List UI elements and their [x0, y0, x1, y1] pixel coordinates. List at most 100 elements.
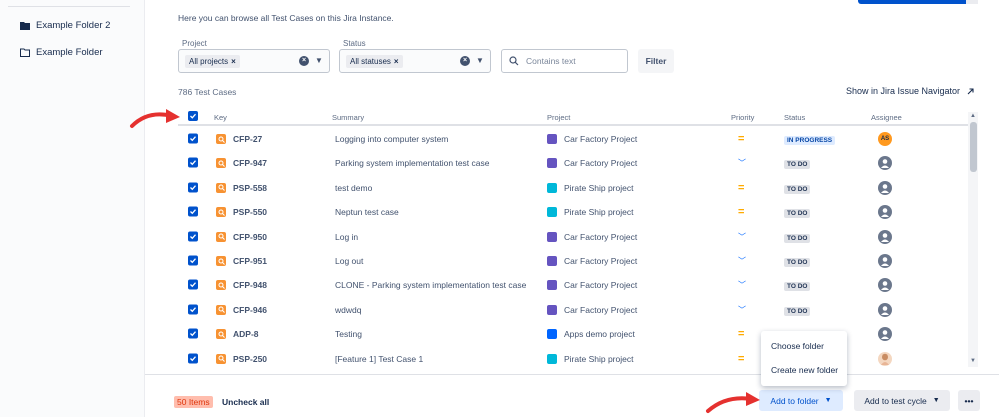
more-actions-button[interactable]: •••	[958, 390, 980, 411]
status-filter-select[interactable]: All statuses × × ▼	[339, 49, 491, 73]
issue-navigator-label: Show in Jira Issue Navigator	[846, 86, 961, 96]
menu-item-choose-folder[interactable]: Choose folder	[771, 341, 824, 351]
issue-summary[interactable]: wdwdq	[335, 305, 361, 315]
row-checkbox[interactable]	[188, 304, 198, 315]
checkmark-icon	[190, 185, 196, 191]
select-all-checkbox[interactable]	[188, 111, 198, 122]
issue-key-link[interactable]: CFP-947	[216, 158, 267, 169]
issue-summary[interactable]: Testing	[335, 329, 362, 339]
row-checkbox[interactable]	[188, 133, 198, 145]
priority-low-icon: ﹀	[738, 232, 746, 242]
project-avatar-icon	[547, 353, 557, 364]
row-checkbox[interactable]	[188, 279, 198, 291]
status-cell: IN PROGRESS	[784, 134, 836, 145]
table-row[interactable]: CFP-27 Logging into computer system Car …	[178, 127, 968, 151]
issue-summary[interactable]: [Feature 1] Test Case 1	[335, 354, 423, 364]
app-root: Example Folder 2 Example Folder Here you…	[0, 0, 999, 417]
status-cell: TO DO	[784, 183, 811, 194]
remove-chip-icon[interactable]: ×	[231, 57, 236, 66]
menu-item-create-new-folder[interactable]: Create new folder	[771, 365, 838, 375]
search-input[interactable]	[526, 56, 616, 66]
add-to-folder-button[interactable]: Add to folder ▼	[759, 390, 843, 411]
project-name: Apps demo project	[564, 329, 635, 340]
table-row[interactable]: CFP-947 Parking system implementation te…	[178, 151, 968, 175]
column-header-priority[interactable]: Priority	[731, 113, 754, 122]
row-checkbox[interactable]	[188, 328, 198, 340]
column-header-summary[interactable]: Summary	[332, 113, 364, 122]
project-name: Pirate Ship project	[564, 182, 634, 193]
issue-summary[interactable]: Parking system implementation test case	[335, 158, 489, 168]
scrollbar-thumb[interactable]	[970, 122, 977, 172]
issue-summary[interactable]: test demo	[335, 183, 372, 193]
uncheck-all-link[interactable]: Uncheck all	[222, 397, 269, 407]
scroll-up-icon[interactable]: ▲	[970, 113, 976, 119]
issue-summary[interactable]: Neptun test case	[335, 207, 399, 217]
priority-cell: =	[738, 353, 744, 365]
folder-label: Example Folder 2	[36, 20, 111, 31]
scroll-down-icon[interactable]: ▼	[970, 358, 976, 364]
secondary-button-edge[interactable]	[966, 0, 978, 4]
table-row[interactable]: ADP-8 Testing Apps demo project =	[178, 322, 968, 346]
row-checkbox[interactable]	[188, 157, 198, 169]
filter-button[interactable]: Filter	[638, 49, 674, 73]
issue-key: CFP-951	[233, 256, 268, 266]
issue-summary[interactable]: Logging into computer system	[335, 134, 448, 144]
clear-selection-icon[interactable]: ×	[460, 56, 470, 66]
project-filter-select[interactable]: All projects × × ▼	[178, 49, 330, 73]
table-row[interactable]: CFP-951 Log out Car Factory Project ﹀ TO…	[178, 249, 968, 273]
issue-key-link[interactable]: CFP-27	[216, 134, 262, 144]
chevron-down-icon[interactable]: ▼	[476, 56, 484, 65]
project-cell: Pirate Ship project	[547, 182, 634, 193]
issue-key-link[interactable]: CFP-951	[216, 256, 267, 266]
clear-selection-icon[interactable]: ×	[299, 56, 309, 66]
create-button-edge[interactable]	[858, 0, 976, 4]
sidebar-folder-example-folder-2[interactable]: Example Folder 2	[20, 20, 110, 31]
sidebar-folder-example-folder[interactable]: Example Folder	[20, 47, 103, 58]
row-checkbox[interactable]	[188, 206, 198, 218]
row-checkbox[interactable]	[188, 353, 198, 364]
column-header-status[interactable]: Status	[784, 113, 805, 122]
status-chip-label: All statuses	[350, 56, 391, 66]
project-name: Pirate Ship project	[564, 353, 634, 364]
issue-summary[interactable]: Log out	[335, 256, 363, 266]
row-checkbox[interactable]	[188, 231, 198, 242]
row-checkbox[interactable]	[188, 182, 198, 193]
issue-key-link[interactable]: ADP-8	[216, 329, 259, 340]
test-case-icon	[216, 231, 226, 242]
remove-chip-icon[interactable]: ×	[394, 57, 399, 66]
column-header-assignee[interactable]: Assignee	[871, 113, 902, 122]
priority-cell: ﹀	[738, 304, 746, 315]
issue-summary[interactable]: CLONE - Parking system implementation te…	[335, 280, 526, 290]
column-header-project[interactable]: Project	[547, 113, 570, 122]
project-name: Car Factory Project	[564, 280, 638, 291]
annotation-arrow-icon	[706, 392, 760, 413]
row-checkbox[interactable]	[188, 255, 198, 267]
project-avatar-icon	[547, 304, 557, 315]
issue-summary[interactable]: Log in	[335, 232, 358, 242]
table-row[interactable]: PSP-558 test demo Pirate Ship project = …	[178, 176, 968, 200]
issue-key-link[interactable]: PSP-250	[216, 353, 267, 364]
issue-key-link[interactable]: PSP-558	[216, 182, 267, 193]
table-row[interactable]: CFP-946 wdwdq Car Factory Project ﹀ TO D…	[178, 298, 968, 322]
column-header-key[interactable]: Key	[214, 113, 227, 122]
priority-low-icon: ﹀	[738, 280, 746, 290]
chevron-down-icon[interactable]: ▼	[315, 56, 323, 65]
table-row[interactable]: CFP-950 Log in Car Factory Project ﹀ TO …	[178, 225, 968, 249]
issue-key-link[interactable]: CFP-946	[216, 304, 268, 315]
test-case-count: 786 Test Cases	[178, 87, 237, 97]
priority-low-icon: ﹀	[738, 305, 746, 315]
issue-key: CFP-946	[233, 304, 268, 315]
table-row[interactable]: CFP-948 CLONE - Parking system implement…	[178, 273, 968, 297]
assignee-cell	[878, 156, 892, 171]
issue-key: CFP-27	[233, 134, 263, 144]
issue-key-link[interactable]: CFP-948	[216, 280, 267, 291]
priority-cell: ﹀	[738, 256, 746, 267]
table-row[interactable]: PSP-250 [Feature 1] Test Case 1 Pirate S…	[178, 347, 968, 371]
search-field[interactable]	[501, 49, 628, 73]
issue-key-link[interactable]: CFP-950	[216, 231, 267, 242]
issue-navigator-link[interactable]: Show in Jira Issue Navigator	[846, 86, 975, 96]
add-to-test-cycle-button[interactable]: Add to test cycle ▼	[854, 390, 950, 411]
issue-key-link[interactable]: PSP-550	[216, 207, 267, 218]
table-row[interactable]: PSP-550 Neptun test case Pirate Ship pro…	[178, 200, 968, 224]
project-cell: Apps demo project	[547, 329, 635, 340]
